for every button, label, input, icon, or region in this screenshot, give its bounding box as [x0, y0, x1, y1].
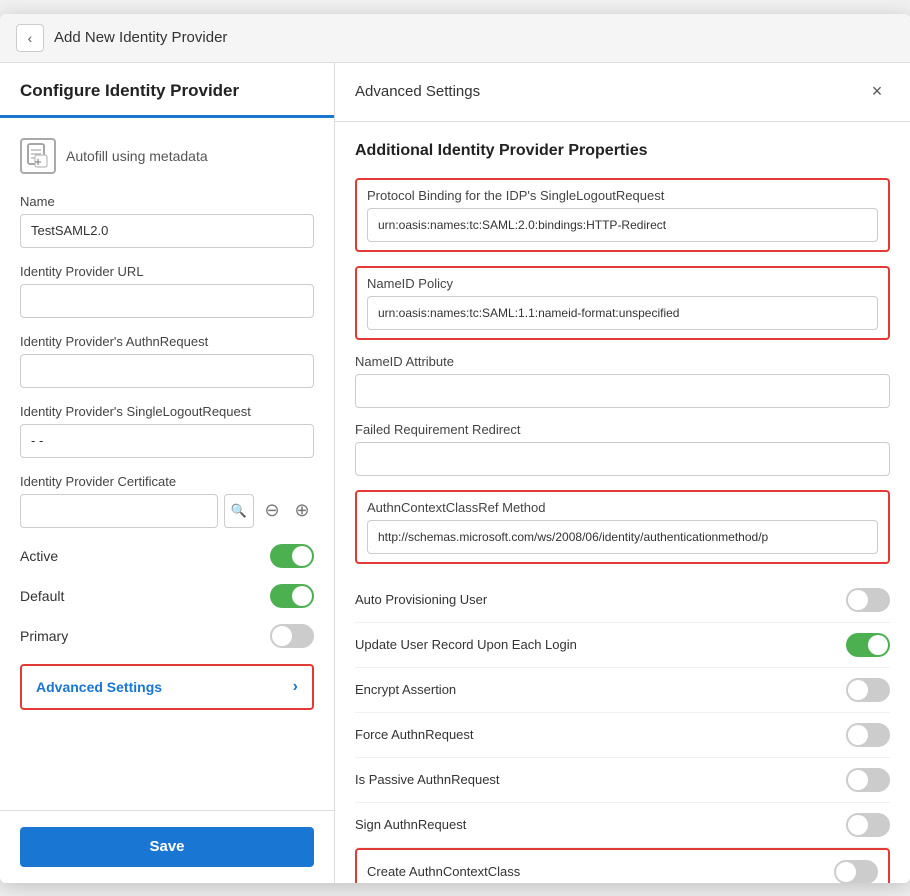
create-authn-context-toggle[interactable]	[834, 860, 878, 883]
sign-authn-toggle[interactable]	[846, 813, 890, 837]
authn-request-label: Identity Provider's AuthnRequest	[20, 334, 314, 349]
default-toggle[interactable]	[270, 584, 314, 608]
primary-toggle[interactable]	[270, 624, 314, 648]
back-icon: ‹	[28, 30, 33, 46]
create-authn-context-label: Create AuthnContextClass	[367, 864, 520, 879]
modal-header: ‹ Add New Identity Provider	[0, 14, 910, 63]
encrypt-assertion-label: Encrypt Assertion	[355, 682, 456, 697]
nameid-policy-label: NameID Policy	[367, 276, 878, 291]
authn-request-input[interactable]	[20, 354, 314, 388]
right-panel-title: Advanced Settings	[355, 83, 480, 100]
encrypt-assertion-toggle[interactable]	[846, 678, 890, 702]
certificate-search-button[interactable]: 🔍	[224, 494, 254, 528]
left-panel: Configure Identity Provider	[0, 63, 335, 883]
update-user-row: Update User Record Upon Each Login	[355, 623, 890, 668]
idp-url-group: Identity Provider URL	[20, 264, 314, 318]
authn-context-group: AuthnContextClassRef Method	[355, 490, 890, 564]
encrypt-assertion-row: Encrypt Assertion	[355, 668, 890, 713]
failed-redirect-input[interactable]	[355, 442, 890, 476]
certificate-input[interactable]	[20, 494, 218, 528]
single-logout-input[interactable]	[20, 424, 314, 458]
search-icon: 🔍	[231, 503, 247, 519]
primary-toggle-row: Primary	[20, 624, 314, 648]
name-label: Name	[20, 194, 314, 209]
authn-context-input[interactable]	[367, 520, 878, 554]
primary-label: Primary	[20, 628, 68, 644]
modal-container: ‹ Add New Identity Provider Configure Id…	[0, 14, 910, 883]
is-passive-label: Is Passive AuthnRequest	[355, 772, 500, 787]
force-authn-label: Force AuthnRequest	[355, 727, 474, 742]
auto-provisioning-toggle[interactable]	[846, 588, 890, 612]
close-button[interactable]: ×	[864, 79, 890, 105]
default-label: Default	[20, 588, 64, 604]
cert-add-icon[interactable]: ⊕	[290, 499, 314, 523]
nameid-attribute-input[interactable]	[355, 374, 890, 408]
doc-icon	[20, 138, 56, 174]
create-authn-context-row: Create AuthnContextClass	[355, 848, 890, 883]
authn-context-label: AuthnContextClassRef Method	[367, 500, 878, 515]
section-title: Additional Identity Provider Properties	[355, 142, 890, 160]
autofill-row[interactable]: Autofill using metadata	[20, 138, 314, 174]
active-toggle[interactable]	[270, 544, 314, 568]
update-user-label: Update User Record Upon Each Login	[355, 637, 577, 652]
nameid-attribute-group: NameID Attribute	[355, 354, 890, 408]
auto-provisioning-row: Auto Provisioning User	[355, 578, 890, 623]
failed-redirect-group: Failed Requirement Redirect	[355, 422, 890, 476]
active-toggle-row: Active	[20, 544, 314, 568]
advanced-settings-label: Advanced Settings	[36, 679, 162, 695]
nameid-attribute-label: NameID Attribute	[355, 354, 890, 369]
certificate-label: Identity Provider Certificate	[20, 474, 314, 489]
force-authn-row: Force AuthnRequest	[355, 713, 890, 758]
protocol-binding-label: Protocol Binding for the IDP's SingleLog…	[367, 188, 878, 203]
idp-url-input[interactable]	[20, 284, 314, 318]
single-logout-group: Identity Provider's SingleLogoutRequest	[20, 404, 314, 458]
chevron-right-icon: ›	[293, 678, 298, 696]
default-toggle-row: Default	[20, 584, 314, 608]
sign-authn-label: Sign AuthnRequest	[355, 817, 466, 832]
modal-title: Add New Identity Provider	[54, 29, 227, 46]
left-panel-title: Configure Identity Provider	[20, 81, 239, 100]
certificate-group: Identity Provider Certificate 🔍 ⊖ ⊕	[20, 474, 314, 528]
single-logout-label: Identity Provider's SingleLogoutRequest	[20, 404, 314, 419]
cert-remove-icon[interactable]: ⊖	[260, 499, 284, 523]
auto-provisioning-label: Auto Provisioning User	[355, 592, 487, 607]
right-panel: Advanced Settings × Additional Identity …	[335, 63, 910, 883]
left-panel-header: Configure Identity Provider	[0, 63, 334, 118]
update-user-toggle[interactable]	[846, 633, 890, 657]
failed-redirect-label: Failed Requirement Redirect	[355, 422, 890, 437]
nameid-policy-group: NameID Policy	[355, 266, 890, 340]
is-passive-toggle[interactable]	[846, 768, 890, 792]
protocol-binding-group: Protocol Binding for the IDP's SingleLog…	[355, 178, 890, 252]
idp-url-label: Identity Provider URL	[20, 264, 314, 279]
name-input[interactable]	[20, 214, 314, 248]
sign-authn-row: Sign AuthnRequest	[355, 803, 890, 848]
left-panel-content: Autofill using metadata Name Identity Pr…	[0, 118, 334, 810]
force-authn-toggle[interactable]	[846, 723, 890, 747]
save-button[interactable]: Save	[20, 827, 314, 867]
nameid-policy-input[interactable]	[367, 296, 878, 330]
back-button[interactable]: ‹	[16, 24, 44, 52]
cert-row: 🔍 ⊖ ⊕	[20, 494, 314, 528]
active-label: Active	[20, 548, 58, 564]
right-panel-header: Advanced Settings ×	[335, 63, 910, 122]
is-passive-row: Is Passive AuthnRequest	[355, 758, 890, 803]
autofill-label: Autofill using metadata	[66, 148, 208, 164]
modal-body: Configure Identity Provider	[0, 63, 910, 883]
right-panel-content: Additional Identity Provider Properties …	[335, 122, 910, 883]
authn-request-group: Identity Provider's AuthnRequest	[20, 334, 314, 388]
advanced-settings-button[interactable]: Advanced Settings ›	[20, 664, 314, 710]
name-group: Name	[20, 194, 314, 248]
save-btn-container: Save	[0, 810, 334, 883]
protocol-binding-input[interactable]	[367, 208, 878, 242]
